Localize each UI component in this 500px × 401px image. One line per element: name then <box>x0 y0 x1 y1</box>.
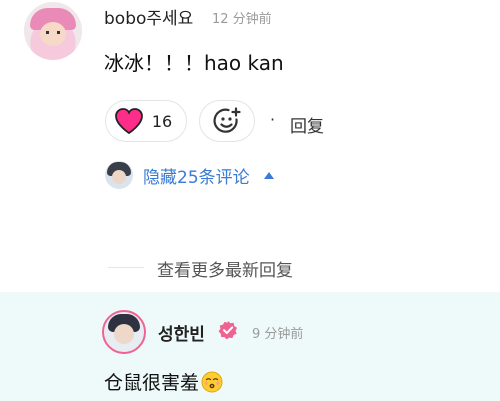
heart-icon <box>114 108 143 135</box>
reply-avatar[interactable] <box>102 310 146 354</box>
comment-username[interactable]: bobo주세요 <box>104 4 193 29</box>
replier-avatar <box>105 161 133 189</box>
like-count: 16 <box>151 111 173 131</box>
reply-item: 성한빈 9 分钟前 仓鼠很害羞 <box>0 292 500 401</box>
reply-button[interactable]: 回复 <box>290 112 324 137</box>
reply-username[interactable]: 성한빈 <box>158 320 205 345</box>
add-reaction-button[interactable] <box>199 100 255 142</box>
divider-line <box>108 267 144 268</box>
verified-badge-icon <box>218 321 237 340</box>
comment-body: 冰冰！！！hao kan <box>104 51 284 75</box>
avatar-face <box>112 170 126 184</box>
reply-timestamp: 9 分钟前 <box>252 327 304 342</box>
add-emoji-icon <box>213 107 241 133</box>
view-more-replies[interactable]: 查看更多最新回复 <box>0 254 500 281</box>
commenter-avatar[interactable] <box>24 2 82 60</box>
caret-up-icon <box>263 171 274 179</box>
reply-body: 仓鼠很害羞 <box>104 368 223 395</box>
like-button[interactable]: 16 <box>105 100 187 142</box>
hide-replies-toggle[interactable]: 隐藏25条评论 <box>105 160 274 190</box>
avatar-face <box>40 22 66 46</box>
view-more-label: 查看更多最新回复 <box>157 261 293 281</box>
avatar-face <box>114 324 134 344</box>
reply-text: 仓鼠很害羞 <box>104 372 200 394</box>
separator-dot: · <box>270 110 276 129</box>
kissing-face-emoji-icon <box>201 371 223 392</box>
avatar-eyes <box>46 31 60 34</box>
comment-timestamp: 12 分钟前 <box>212 12 272 27</box>
hide-replies-label: 隐藏25条评论 <box>143 167 250 188</box>
